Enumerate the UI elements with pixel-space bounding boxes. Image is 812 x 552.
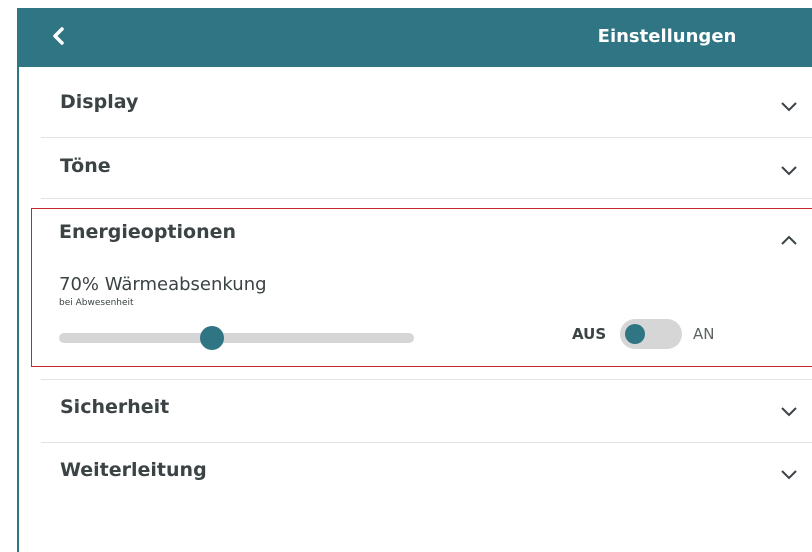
toggle-knob [625, 324, 645, 344]
away-toggle-switch[interactable] [620, 319, 682, 349]
back-button[interactable] [49, 21, 69, 51]
temperature-slider-track[interactable] [59, 333, 414, 343]
window-edge [17, 8, 19, 552]
divider [41, 137, 812, 138]
chevron-down-icon [781, 102, 797, 112]
chevron-up-icon[interactable] [778, 229, 800, 251]
section-sicherheit[interactable]: Sicherheit [41, 381, 812, 443]
chevron-down-icon [781, 470, 797, 480]
section-display[interactable]: Display [41, 76, 812, 138]
page-title: Einstellungen [597, 26, 737, 47]
setting-subtitle: bei Abwesenheit [59, 298, 134, 308]
chevron-down-icon [781, 407, 797, 417]
section-label: Weiterleitung [60, 459, 207, 481]
divider [41, 442, 812, 443]
section-weiterleitung[interactable]: Weiterleitung [41, 444, 812, 506]
chevron-down-icon [781, 166, 797, 176]
toggle-off-label: AUS [572, 325, 607, 343]
divider [41, 198, 812, 199]
toggle-on-label: AN [693, 325, 715, 343]
temperature-slider-handle[interactable] [199, 326, 224, 350]
section-energieoptionen: Energieoptionen 70% Wärmeabsenkung bei A… [31, 208, 812, 367]
chevron-left-icon [53, 27, 64, 45]
section-label: Display [60, 91, 139, 113]
setting-title: 70% Wärmeabsenkung [59, 274, 267, 295]
section-toene[interactable]: Töne [41, 140, 812, 202]
section-label: Sicherheit [60, 396, 170, 418]
section-label: Töne [60, 155, 111, 177]
divider [41, 379, 812, 380]
section-label[interactable]: Energieoptionen [59, 221, 236, 243]
header-bar: Einstellungen [19, 8, 812, 67]
